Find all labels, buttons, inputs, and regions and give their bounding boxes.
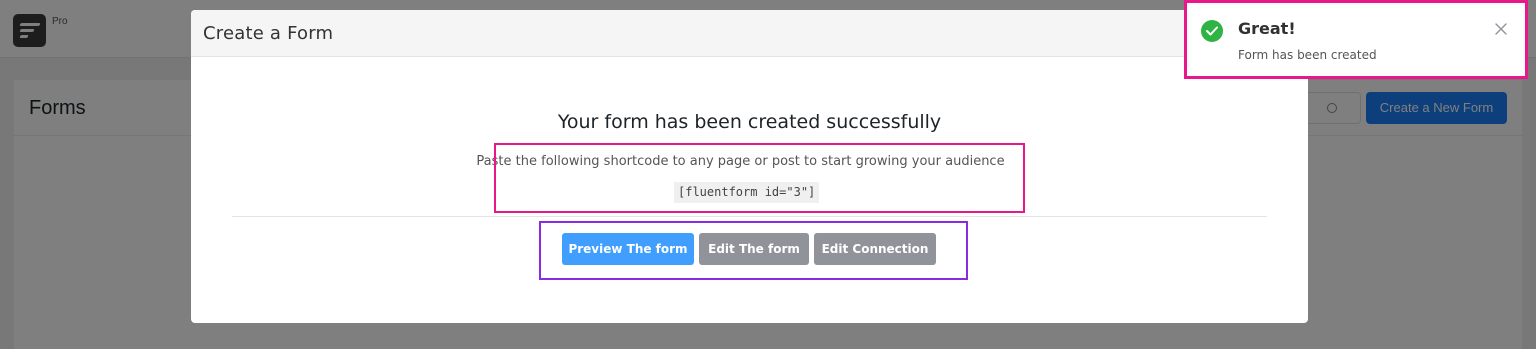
modal-title: Create a Form bbox=[203, 23, 334, 44]
shortcode-highlight-box bbox=[494, 143, 1025, 213]
close-icon[interactable] bbox=[1494, 22, 1508, 36]
notification-title: Great! bbox=[1238, 19, 1296, 38]
divider bbox=[232, 216, 1267, 217]
buttons-highlight-box bbox=[539, 221, 968, 280]
check-circle-icon bbox=[1201, 20, 1223, 42]
success-heading: Your form has been created successfully bbox=[557, 111, 942, 133]
success-notification bbox=[1184, 0, 1528, 79]
notification-message: Form has been created bbox=[1238, 48, 1377, 62]
modal-header: Create a Form bbox=[191, 10, 1308, 57]
